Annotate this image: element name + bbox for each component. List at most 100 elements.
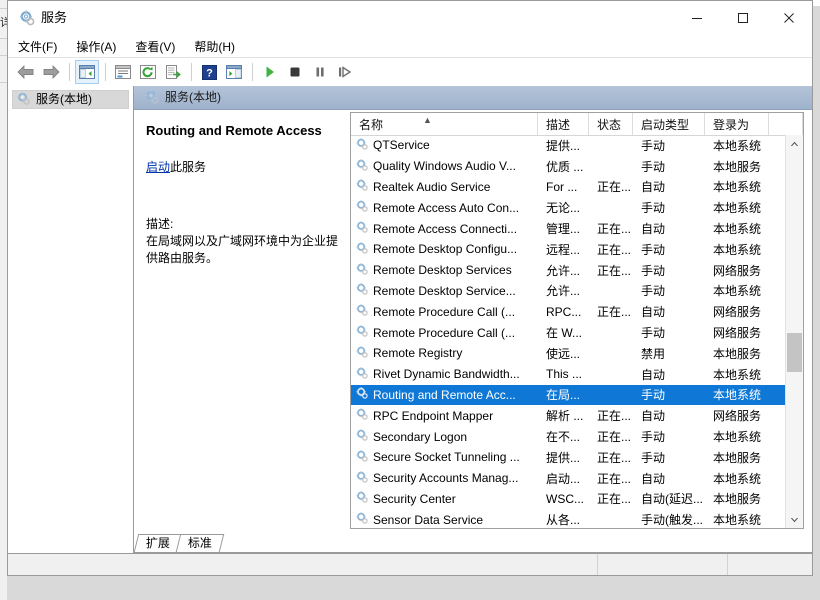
close-button[interactable]: [766, 1, 812, 35]
cell-status: 正在...: [597, 180, 632, 195]
service-name-text: Remote Desktop Service...: [373, 283, 516, 298]
sort-ascending-icon: ▲: [423, 115, 432, 125]
cell-description: 提供...: [546, 138, 581, 153]
cell-startup-type: 手动: [641, 326, 666, 341]
maximize-button[interactable]: [720, 1, 766, 35]
tab-standard[interactable]: 标准: [175, 534, 225, 552]
pause-icon[interactable]: [308, 60, 332, 84]
cell-status: 正在...: [597, 222, 632, 237]
table-row[interactable]: RPC Endpoint Mapper 解析 ... 正在... 自动 网络服务: [351, 405, 786, 426]
tab-standard-label: 标准: [187, 536, 212, 550]
table-row[interactable]: Secure Socket Tunneling ... 提供... 正在... 手动 本…: [351, 447, 786, 468]
column-filler: [769, 113, 803, 135]
action-pane-icon[interactable]: [222, 60, 246, 84]
start-service-link[interactable]: 启动: [146, 160, 170, 174]
cell-description: 提供...: [546, 450, 581, 465]
tab-extended[interactable]: 扩展: [133, 534, 183, 552]
scrollbar-thumb[interactable]: [787, 332, 802, 373]
services-gear-icon: [355, 137, 369, 154]
list-header: 名称 ▲ 描述 状态 启动类型 登录为: [351, 113, 803, 136]
table-row[interactable]: Remote Procedure Call (... RPC... 正在... 自动 网…: [351, 301, 786, 322]
cell-service-name: Routing and Remote Acc...: [351, 386, 538, 403]
column-startup-type[interactable]: 启动类型: [633, 113, 705, 135]
back-button[interactable]: [14, 60, 38, 84]
column-log-on-as[interactable]: 登录为: [705, 113, 769, 135]
table-row[interactable]: Sensor Data Service 从各... 手动(触发... 本地系统: [351, 509, 786, 528]
refresh-icon[interactable]: [136, 60, 160, 84]
table-row[interactable]: Remote Procedure Call (... 在 W... 手动 网络服务: [351, 322, 786, 343]
table-row[interactable]: Remote Desktop Service... 允许... 手动 本地系统: [351, 281, 786, 302]
cell-log-on-as: 网络服务: [713, 409, 762, 424]
minimize-button[interactable]: [674, 1, 720, 35]
desktop-bottom: [7, 576, 813, 600]
window-controls: [674, 1, 812, 35]
column-name-label: 名称: [359, 117, 384, 132]
cell-description: For ...: [546, 179, 578, 194]
console-tree-icon[interactable]: [75, 60, 99, 84]
table-row[interactable]: Remote Desktop Services 允许... 正在... 手动 网络服务: [351, 260, 786, 281]
services-gear-icon: [355, 282, 369, 299]
console-tree-pane: 服务(本地): [8, 86, 134, 553]
cell-service-name: Remote Access Auto Con...: [351, 199, 538, 216]
cell-log-on-as: 网络服务: [713, 305, 762, 320]
cell-service-name: Remote Registry: [351, 345, 538, 362]
cell-description: 远程...: [546, 242, 581, 257]
cell-startup-type: 手动(触发...: [641, 513, 703, 528]
status-segment-2: [598, 554, 728, 575]
forward-button[interactable]: [39, 60, 63, 84]
cell-log-on-as: 本地系统: [713, 471, 762, 486]
services-gear-icon: [355, 324, 369, 341]
table-row[interactable]: Quality Windows Audio V... 优质 ... 手动 本地服务: [351, 156, 786, 177]
toolbar-separator: [105, 63, 106, 81]
table-row[interactable]: QTService 提供... 手动 本地系统: [351, 135, 786, 156]
table-row[interactable]: Remote Access Auto Con... 无论... 手动 本地系统: [351, 197, 786, 218]
cell-log-on-as: 本地服务: [713, 159, 762, 174]
desktop-bottom-left: [0, 576, 7, 600]
table-row[interactable]: Secondary Logon 在不... 正在... 手动 本地系统: [351, 426, 786, 447]
table-row[interactable]: Remote Access Connecti... 管理... 正在... 自动 本地系…: [351, 218, 786, 239]
table-row[interactable]: Remote Desktop Configu... 远程... 正在... 手动 本地系…: [351, 239, 786, 260]
description-text: 在局域网以及广域网环境中为企业提供路由服务。: [146, 234, 339, 265]
help-question-icon[interactable]: ?: [197, 60, 221, 84]
cell-service-name: Security Center: [351, 490, 538, 507]
cell-startup-type: 自动: [641, 367, 666, 382]
services-gear-icon: [355, 386, 369, 403]
cell-log-on-as: 本地系统: [713, 138, 762, 153]
cell-log-on-as: 本地服务: [713, 346, 762, 361]
services-gear-icon: [355, 449, 369, 466]
table-row[interactable]: Realtek Audio Service For ... 正在... 自动 本地系统: [351, 177, 786, 198]
vertical-scrollbar[interactable]: [785, 135, 803, 528]
cell-status: 正在...: [597, 450, 632, 465]
services-gear-icon: [355, 241, 369, 258]
menu-view[interactable]: 查看(V): [135, 36, 184, 57]
restart-icon[interactable]: [333, 60, 357, 84]
cell-service-name: Sensor Data Service: [351, 511, 538, 528]
cell-startup-type: 禁用: [641, 346, 666, 361]
view-tabs: 扩展 标准: [133, 531, 812, 553]
table-row[interactable]: Rivet Dynamic Bandwidth... This ... 自动 本地系统: [351, 364, 786, 385]
table-row[interactable]: Security Center WSC... 正在... 自动(延迟... 本地服务: [351, 489, 786, 510]
play-icon[interactable]: [258, 60, 282, 84]
column-name[interactable]: 名称 ▲: [351, 113, 538, 135]
cell-description: 解析 ...: [546, 409, 584, 424]
export-list-icon[interactable]: [161, 60, 185, 84]
cell-service-name: Quality Windows Audio V...: [351, 158, 538, 175]
column-description[interactable]: 描述: [538, 113, 589, 135]
cell-startup-type: 手动: [641, 138, 666, 153]
cell-service-name: Remote Procedure Call (...: [351, 324, 538, 341]
cell-log-on-as: 本地系统: [713, 388, 762, 403]
properties-icon[interactable]: [111, 60, 135, 84]
table-row[interactable]: Remote Registry 使远... 禁用 本地服务: [351, 343, 786, 364]
table-row[interactable]: Security Accounts Manag... 启动... 正在... 自动 本地…: [351, 468, 786, 489]
stop-icon[interactable]: [283, 60, 307, 84]
menu-action[interactable]: 操作(A): [76, 36, 125, 57]
results-pane: 服务(本地) Routing and Remote Access 启动此服务 描…: [133, 86, 812, 553]
menu-help[interactable]: 帮助(H): [194, 36, 244, 57]
scroll-down-arrow-icon[interactable]: [786, 511, 803, 528]
tree-item-services-local[interactable]: 服务(本地): [12, 90, 129, 109]
services-gear-icon: [355, 303, 369, 320]
scroll-up-arrow-icon[interactable]: [786, 135, 803, 152]
menu-file[interactable]: 文件(F): [18, 36, 66, 57]
column-status[interactable]: 状态: [589, 113, 633, 135]
table-row[interactable]: Routing and Remote Acc... 在局... 手动 本地系统: [351, 384, 786, 406]
